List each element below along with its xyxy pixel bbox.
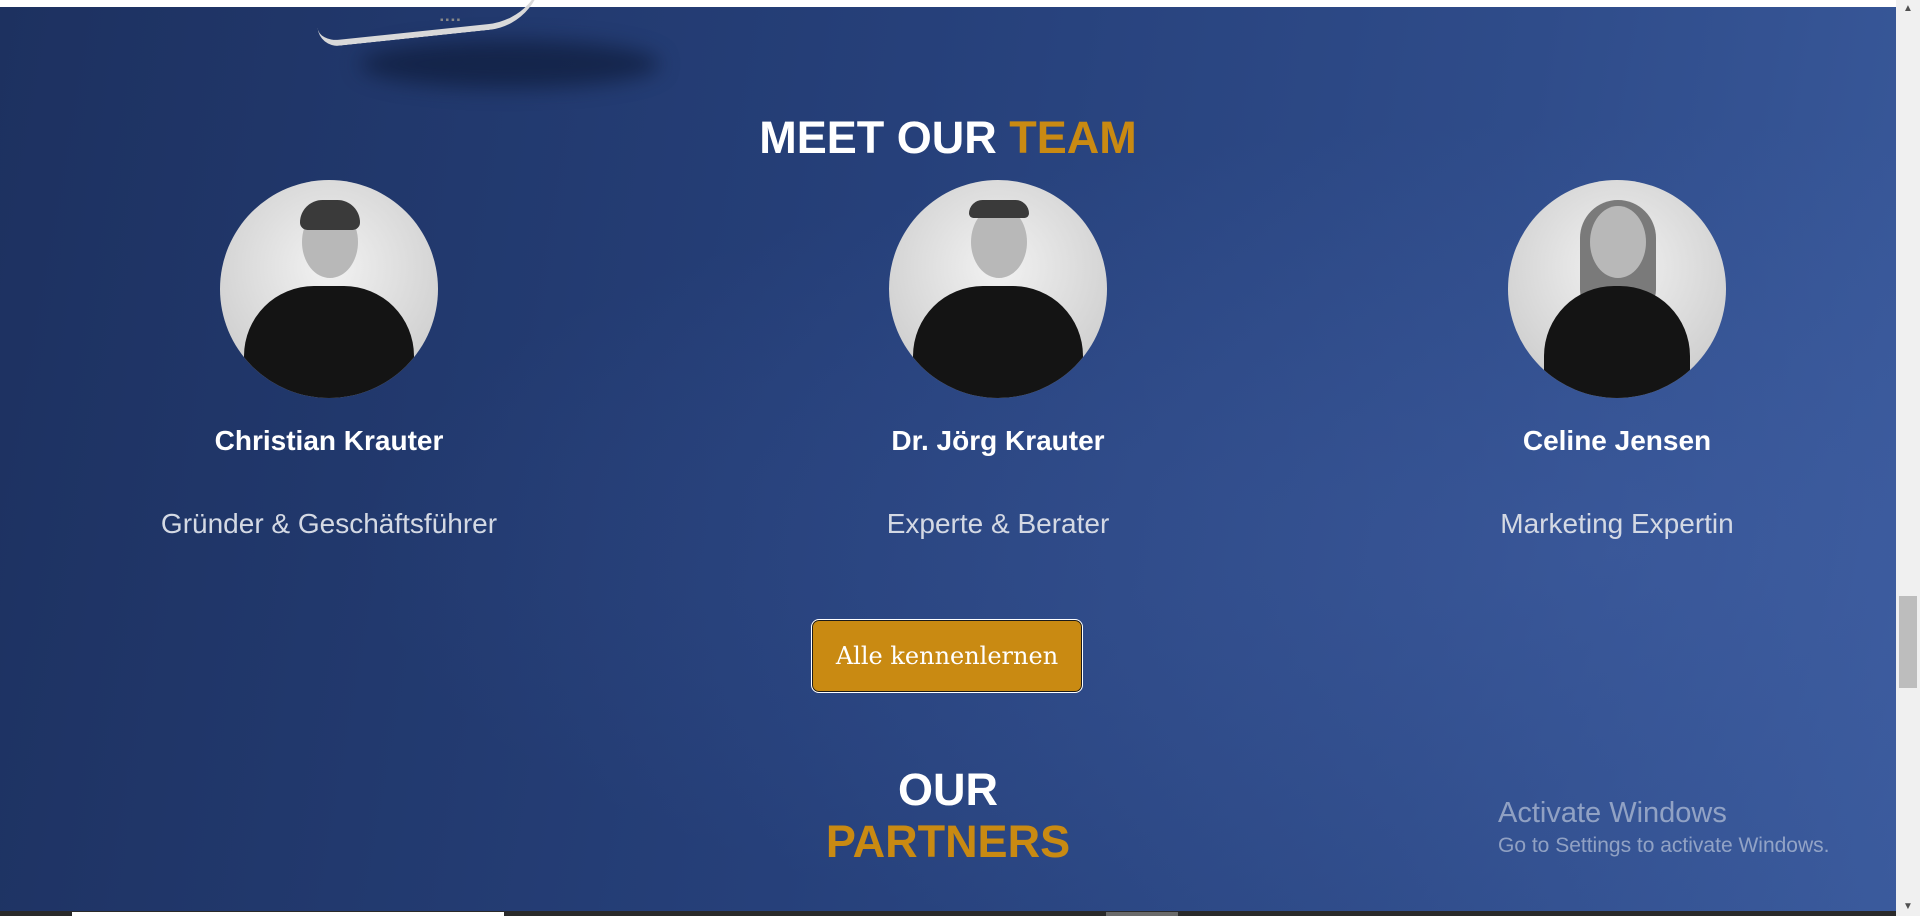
horizontal-scrollbar-marker [1106,912,1178,916]
phone-shadow [360,40,660,88]
team-member-card: Christian Krauter Gründer & Geschäftsfüh… [129,180,529,541]
scroll-down-arrow-icon[interactable]: ▼ [1896,898,1920,916]
horizontal-scrollbar-thumb[interactable] [72,912,504,916]
member-name: Christian Krauter [214,425,444,456]
meet-all-button[interactable]: Alle kennenlernen [811,619,1083,693]
avatar [1508,180,1726,398]
vertical-scrollbar[interactable]: ▲ ▼ [1896,0,1920,916]
avatar [220,180,438,398]
team-title-accent: TEAM [1009,112,1137,163]
member-role: Experte & Berater [886,508,1110,539]
avatar [889,180,1107,398]
member-role: Gründer & Geschäftsführer [160,508,498,539]
previous-section-edge [0,0,1896,7]
phone-speaker-dots: ▪▪▪▪ [440,15,463,26]
team-section-title: MEET OUR TEAM [0,112,1896,164]
team-member-card: Celine Jensen Marketing Expertin [1417,180,1817,541]
watermark-subtitle: Go to Settings to activate Windows. [1498,834,1830,857]
team-title-white: MEET OUR [759,112,997,163]
windows-activation-watermark: Activate Windows Go to Settings to activ… [1498,796,1830,859]
member-name: Dr. Jörg Krauter [891,425,1105,456]
member-name: Celine Jensen [1522,425,1712,456]
scrollbar-thumb[interactable] [1899,596,1917,688]
page: ▪▪▪▪ MEET OUR TEAM Christian Krauter Grü… [0,0,1896,916]
team-member-card: Dr. Jörg Krauter Experte & Berater [798,180,1198,541]
watermark-title: Activate Windows [1498,797,1727,829]
scroll-up-arrow-icon[interactable]: ▲ [1896,0,1920,18]
member-role: Marketing Expertin [1500,508,1734,539]
